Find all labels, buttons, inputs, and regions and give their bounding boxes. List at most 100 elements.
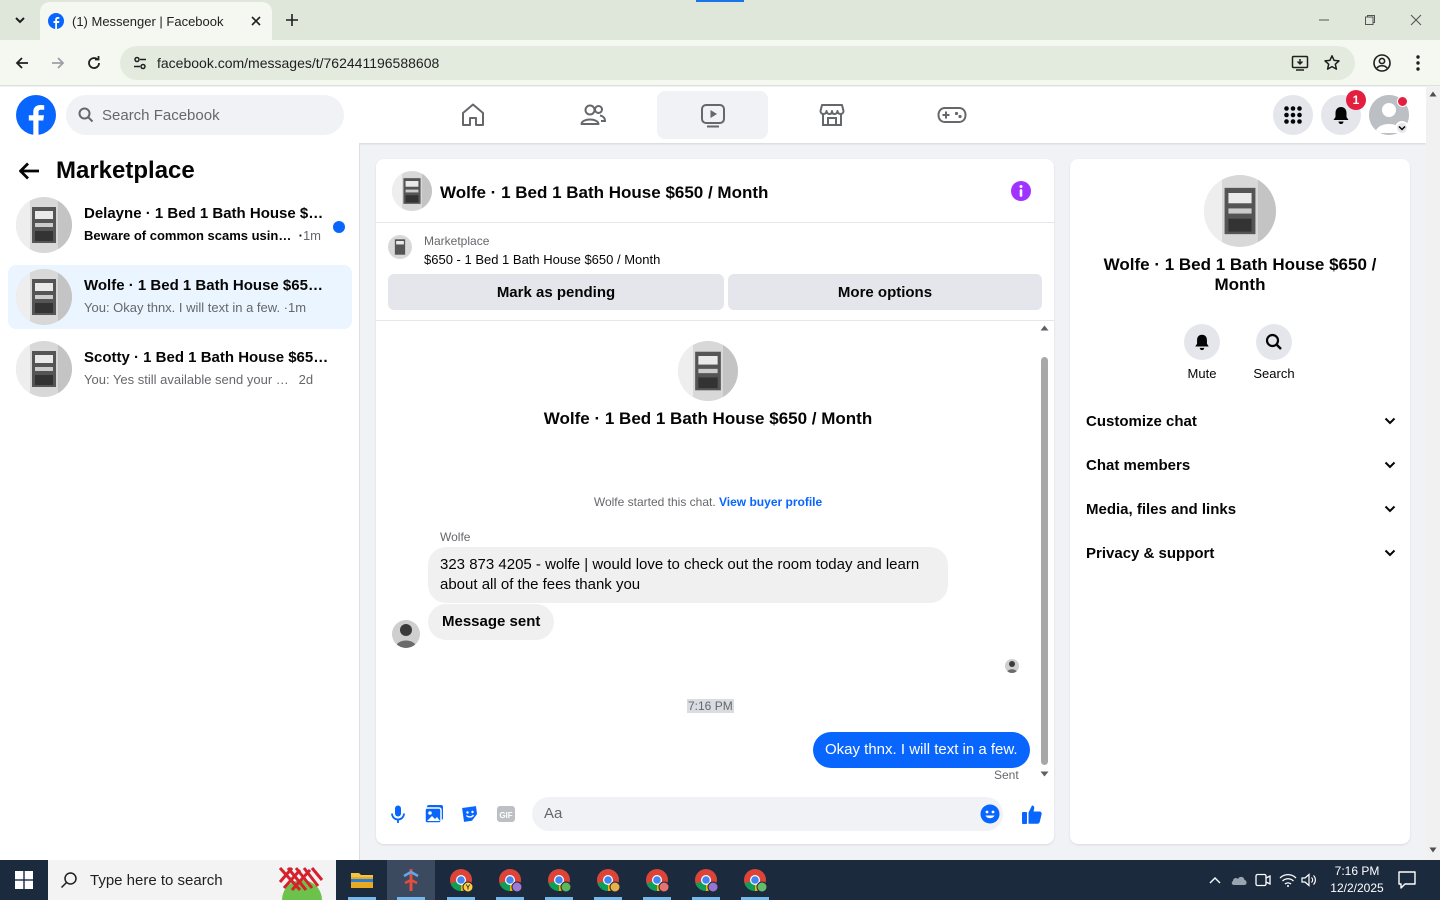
taskbar-chrome-6[interactable] (682, 860, 730, 900)
onedrive-tray-icon[interactable] (1229, 870, 1249, 890)
taskbar-app-active[interactable] (387, 860, 435, 900)
conversation-avatar (16, 341, 72, 397)
search-icon (78, 107, 94, 123)
bookmark-button[interactable] (1320, 51, 1344, 75)
message-input[interactable]: Aa (532, 797, 1003, 831)
conversation-item[interactable]: Delayne · 1 Bed 1 Bath House $650 / Mont… (8, 193, 352, 257)
taskbar-chrome-2[interactable] (486, 860, 534, 900)
volume-tray-icon[interactable] (1300, 870, 1320, 890)
install-icon (1291, 55, 1309, 71)
taskbar-chrome-1[interactable]: Y (437, 860, 485, 900)
menu-button[interactable] (1273, 95, 1313, 135)
details-avatar[interactable] (1204, 175, 1276, 247)
tab-close-button[interactable] (248, 13, 264, 29)
voice-clip-button[interactable] (386, 802, 410, 826)
section-label: Customize chat (1086, 412, 1197, 430)
back-arrow-button[interactable] (16, 158, 42, 184)
search-in-conversation-button[interactable] (1256, 324, 1292, 360)
arrow-right-icon (52, 57, 65, 69)
profile-button[interactable] (1368, 49, 1396, 77)
listing-photo-icon (388, 235, 412, 259)
nav-video-tab[interactable] (657, 91, 768, 139)
chevron-down-icon (15, 17, 25, 24)
install-app-button[interactable] (1288, 51, 1312, 75)
new-tab-button[interactable] (280, 8, 304, 32)
bell-icon (1333, 107, 1349, 124)
taskbar-chrome-5[interactable] (633, 860, 681, 900)
search-highlight-graphic-icon (278, 866, 324, 900)
facebook-logo-button[interactable] (16, 95, 56, 135)
chat-avatar[interactable] (392, 171, 432, 211)
conversation-info-button[interactable] (1010, 180, 1032, 202)
minimize-button[interactable] (1312, 8, 1336, 32)
conversation-name: Delayne · 1 Bed 1 Bath House $650 / Mont… (84, 205, 329, 222)
restore-button[interactable] (1358, 8, 1382, 32)
conversation-time: 2d (298, 372, 314, 387)
account-menu-chevron[interactable] (1395, 121, 1409, 135)
mute-button[interactable] (1184, 324, 1220, 360)
message-composer: GIF Aa (376, 789, 1054, 839)
taskbar-file-explorer[interactable] (338, 860, 386, 900)
browser-tab-messenger[interactable]: (1) Messenger | Facebook (40, 2, 272, 40)
chevron-up-icon (1209, 877, 1221, 884)
taskbar-chrome-7[interactable] (731, 860, 779, 900)
like-button[interactable] (1020, 802, 1044, 826)
sender-avatar[interactable] (392, 620, 420, 648)
windows-taskbar: Type here to search Y 7:16 PM 12/2/2025 (0, 860, 1440, 900)
chat-title[interactable]: Wolfe · 1 Bed 1 Bath House $650 / Month (440, 183, 768, 203)
chat-details-panel: Wolfe · 1 Bed 1 Bath House $650 / Month … (1070, 159, 1410, 844)
action-center-button[interactable] (1396, 869, 1418, 891)
show-hidden-icons-button[interactable] (1205, 870, 1225, 890)
listing-photo-icon (16, 197, 72, 253)
taskbar-chrome-3[interactable] (535, 860, 583, 900)
taskbar-clock[interactable]: 7:16 PM 12/2/2025 (1322, 863, 1392, 897)
chevron-down-icon (1384, 505, 1396, 513)
listing-thumbnail[interactable] (388, 235, 412, 259)
nav-friends-tab[interactable] (537, 91, 648, 139)
chrome-profile-icon (695, 869, 719, 893)
start-button[interactable] (0, 860, 48, 900)
facebook-search-input[interactable]: Search Facebook (66, 95, 344, 135)
outgoing-message[interactable]: Okay thnx. I will text in a few. (813, 732, 1030, 768)
reload-button[interactable] (80, 49, 108, 77)
nav-gaming-tab[interactable] (896, 91, 1007, 139)
bell-icon (1195, 334, 1209, 351)
incoming-message[interactable]: Message sent (428, 604, 555, 640)
mute-action[interactable]: Mute (1170, 324, 1234, 381)
back-button[interactable] (8, 49, 36, 77)
conversation-item-active[interactable]: Wolfe · 1 Bed 1 Bath House $650 / Month … (8, 265, 352, 329)
chat-members-section[interactable]: Chat members (1086, 447, 1396, 483)
gif-button[interactable]: GIF (494, 802, 518, 826)
nav-home-tab[interactable] (417, 91, 528, 139)
attach-media-button[interactable] (422, 802, 446, 826)
privacy-support-section[interactable]: Privacy & support (1086, 535, 1396, 571)
account-alert-dot (1397, 96, 1408, 107)
emoji-button[interactable] (980, 804, 1000, 824)
taskbar-chrome-4[interactable] (584, 860, 632, 900)
chat-started-text: Wolfe started this chat. (593, 495, 716, 509)
customize-chat-section[interactable]: Customize chat (1086, 403, 1396, 439)
media-files-links-section[interactable]: Media, files and links (1086, 491, 1396, 527)
conversation-item[interactable]: Scotty · 1 Bed 1 Bath House $650 / Month… (8, 337, 352, 401)
tab-search-button[interactable] (6, 6, 34, 34)
network-tray-icon[interactable] (1278, 870, 1298, 890)
view-buyer-profile-link[interactable]: View buyer profile (719, 495, 822, 509)
forward-button[interactable] (44, 49, 72, 77)
search-action[interactable]: Search (1242, 324, 1306, 381)
address-bar[interactable]: facebook.com/messages/t/762441196588608 (120, 46, 1355, 80)
nav-marketplace-tab[interactable] (776, 91, 887, 139)
incoming-message[interactable]: 323 873 4205 - wolfe | would love to che… (428, 547, 948, 603)
listing-description[interactable]: $650 - 1 Bed 1 Bath House $650 / Month (424, 252, 660, 267)
conversation-avatar (16, 269, 72, 325)
site-info-button[interactable] (128, 51, 152, 75)
more-options-button[interactable]: More options (728, 274, 1042, 310)
taskbar-search-box[interactable]: Type here to search (48, 860, 336, 900)
browser-menu-button[interactable] (1404, 49, 1432, 77)
listing-kind: Marketplace (424, 234, 490, 248)
mark-as-pending-button[interactable]: Mark as pending (388, 274, 724, 310)
page-scrollbar[interactable] (1426, 87, 1440, 860)
sticker-button[interactable] (458, 802, 482, 826)
meet-now-tray-icon[interactable] (1253, 870, 1273, 890)
conversation-preview: You: Okay thnx. I will text in a few. (84, 300, 281, 315)
close-window-button[interactable] (1404, 8, 1428, 32)
